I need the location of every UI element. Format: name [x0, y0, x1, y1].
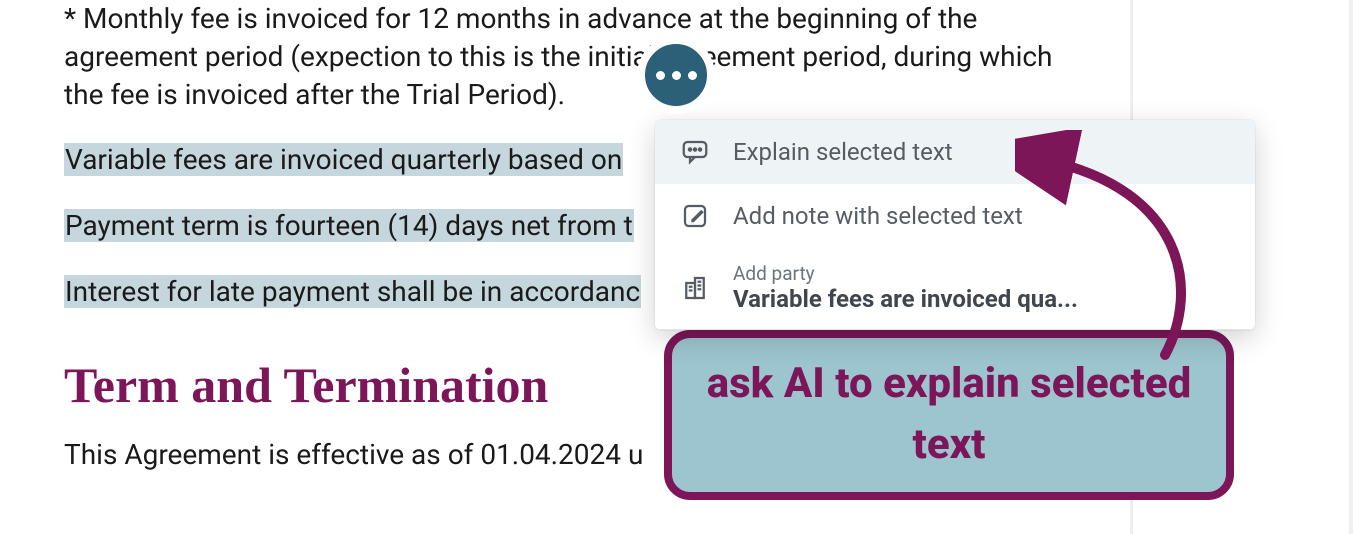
building-icon — [679, 272, 711, 304]
text-selection: Interest for late payment shall be in ac… — [64, 275, 641, 308]
menu-item-subtitle: Add party — [733, 264, 1231, 285]
selection-context-menu: Explain selected text Add note with sele… — [655, 120, 1255, 330]
ellipsis-icon — [656, 71, 665, 80]
menu-item-add-party[interactable]: Add party Variable fees are invoiced qua… — [655, 248, 1255, 329]
menu-item-explain-selected[interactable]: Explain selected text — [655, 120, 1255, 184]
menu-item-label: Explain selected text — [733, 138, 1231, 166]
menu-item-label: Add party Variable fees are invoiced qua… — [733, 264, 1231, 313]
menu-item-label: Add note with selected text — [733, 202, 1231, 230]
selection-more-button[interactable] — [637, 36, 715, 114]
menu-divider — [655, 329, 1255, 330]
ellipsis-icon — [672, 71, 681, 80]
menu-item-add-note[interactable]: Add note with selected text — [655, 184, 1255, 248]
note-edit-icon — [679, 200, 711, 232]
annotation-callout: ask AI to explain selected text — [664, 330, 1234, 500]
text-selection: Payment term is fourteen (14) days net f… — [64, 209, 634, 242]
ellipsis-icon — [688, 71, 697, 80]
text-selection: Variable fees are invoiced quarterly bas… — [64, 143, 623, 176]
chat-bubble-icon — [679, 136, 711, 168]
footnote-text: * Monthly fee is invoiced for 12 months … — [64, 0, 1074, 113]
menu-item-value: Variable fees are invoiced qua... — [733, 285, 1231, 313]
